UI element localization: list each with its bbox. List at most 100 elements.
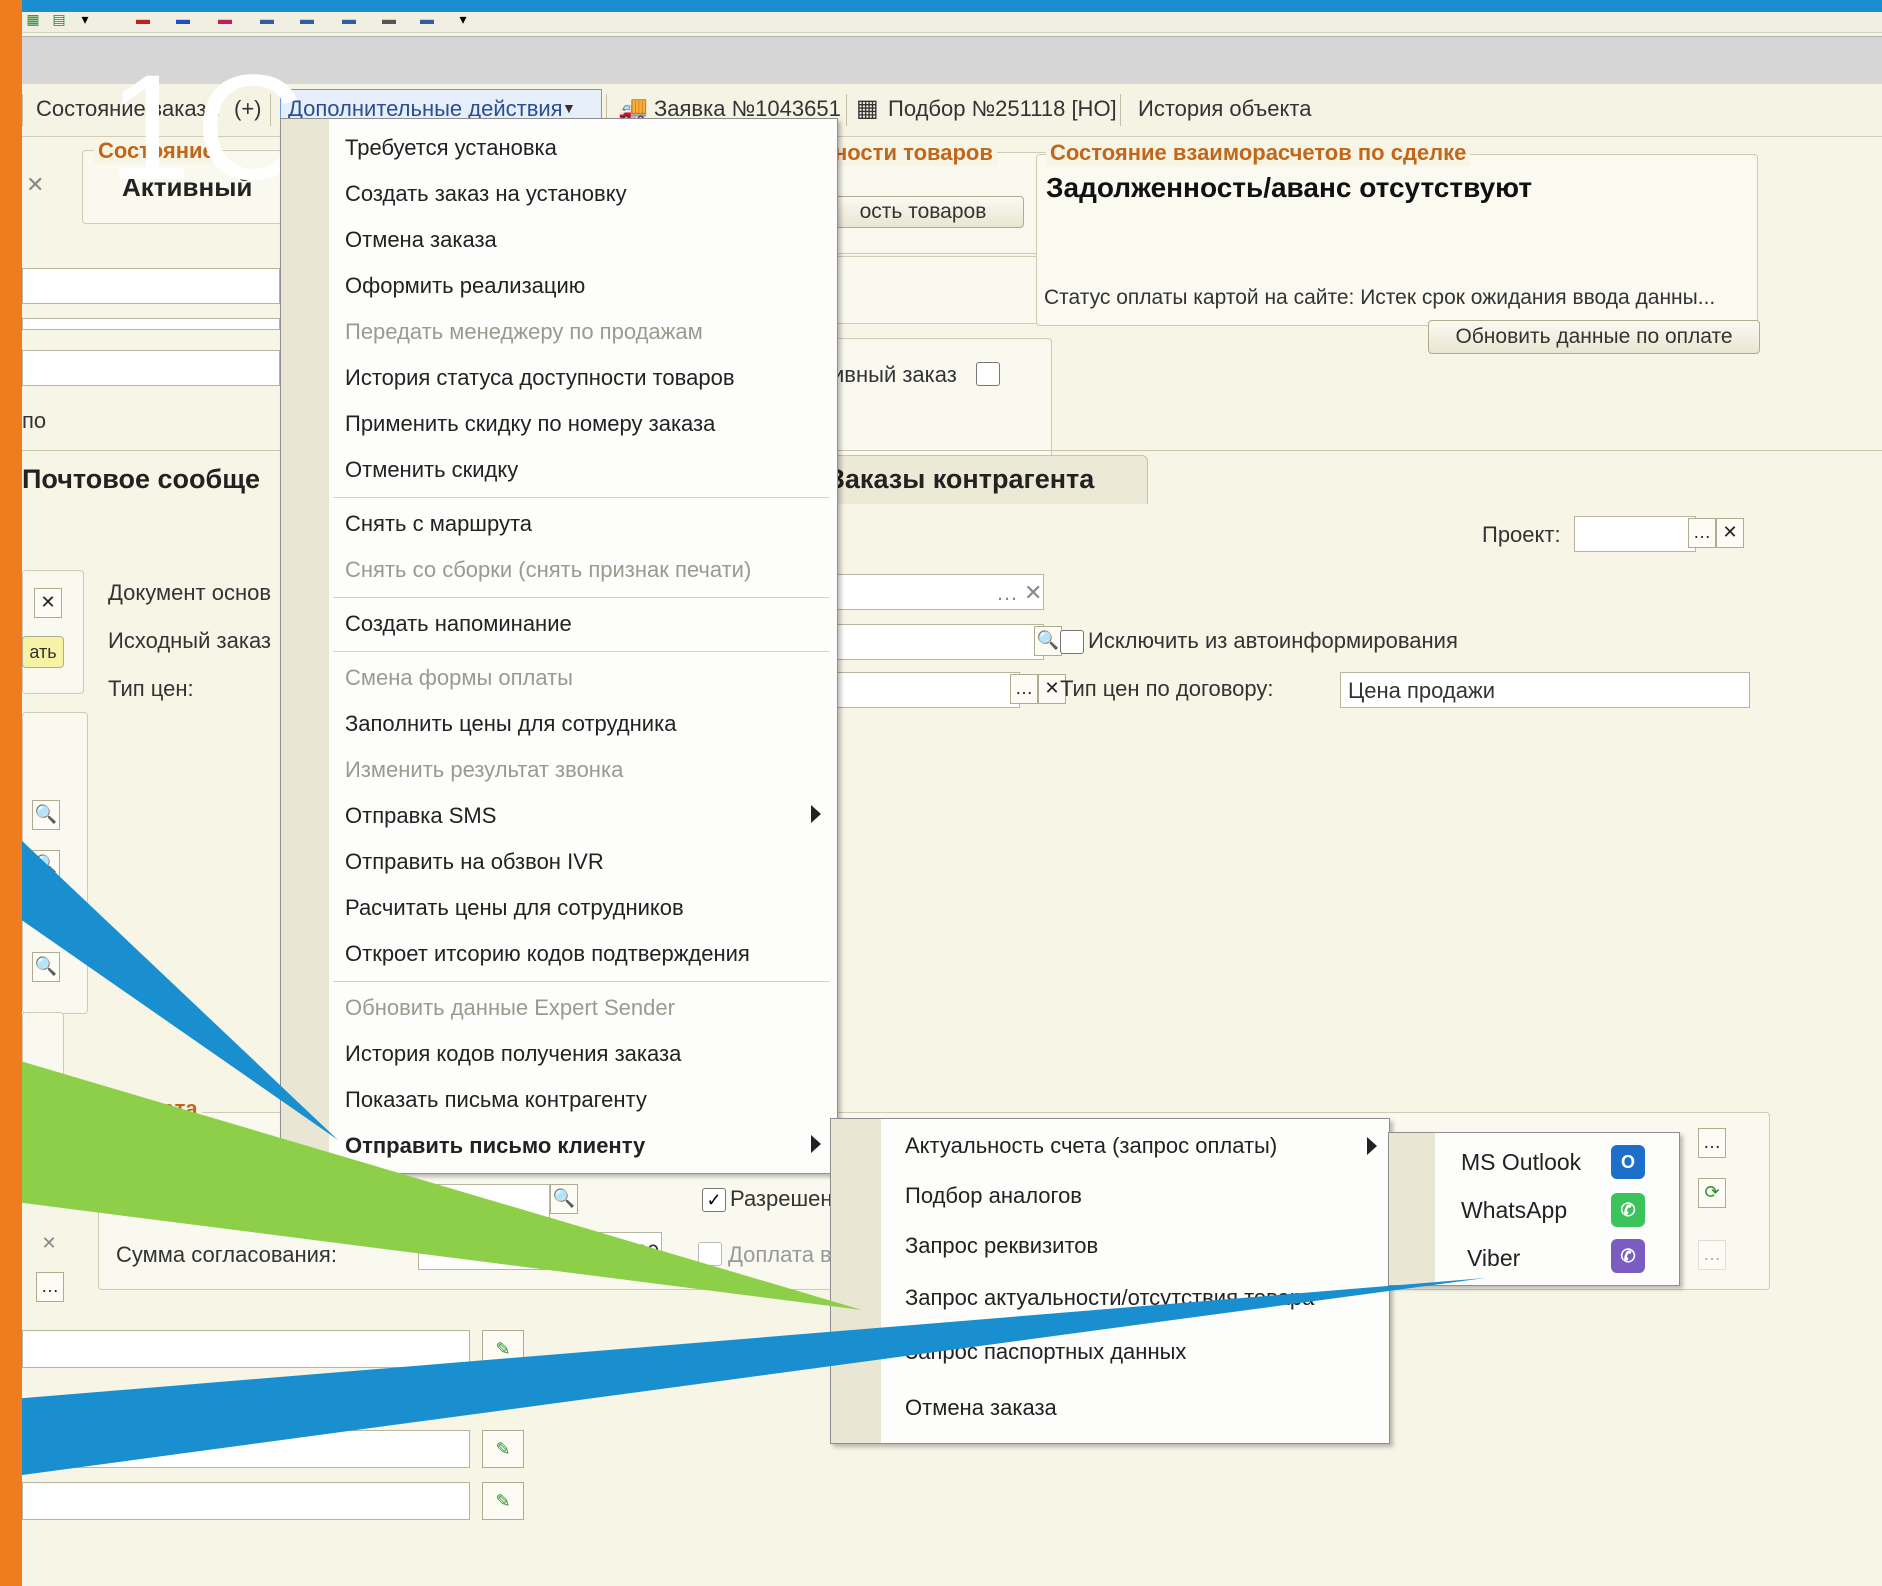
object-history-button[interactable]: История объекта (1138, 96, 1311, 122)
refresh-payment-button[interactable]: Обновить данные по оплате (1428, 320, 1760, 354)
menu-item-send-ivr[interactable]: Отправить на обзвон IVR (345, 849, 604, 875)
menu-item-code-history[interactable]: Откроет итсорию кодов подтверждения (345, 941, 750, 967)
menu-item-change-call-result[interactable]: Изменить результат звонка (345, 757, 623, 783)
doc-grid-icon[interactable]: ▬ (378, 12, 400, 26)
doc-move-icon[interactable]: ▬ (338, 12, 360, 26)
price-type-select-button[interactable]: … (1010, 674, 1038, 704)
left-field-2[interactable] (22, 318, 280, 330)
search-icon-left-3[interactable]: 🔍 (32, 952, 60, 982)
submenu-item-analogs[interactable]: Подбор аналогов (905, 1183, 1082, 1209)
whatsapp-option[interactable]: WhatsApp (1461, 1197, 1567, 1224)
menu-item-fill-employee-prices[interactable]: Заполнить цены для сотрудника (345, 711, 676, 737)
picking-button[interactable]: Подбор №251118 [НО] (888, 96, 1117, 122)
menu-item-pass-to-manager[interactable]: Передать менеджеру по продажам (345, 319, 703, 345)
viber-option[interactable]: Viber (1467, 1245, 1520, 1272)
separator (846, 94, 847, 126)
left-yellow-button[interactable]: ать (22, 636, 64, 668)
address-icon-2[interactable]: ✎ (482, 1430, 524, 1468)
menu-item-cancel-discount[interactable]: Отменить скидку (345, 457, 518, 483)
left-field-3[interactable] (22, 350, 280, 386)
tab-mail-message[interactable]: Почтовое сообще (22, 464, 260, 495)
bottom-field-3[interactable] (22, 1482, 470, 1520)
surcharge-label: Доплата в (728, 1242, 832, 1267)
menu-item-send-sms[interactable]: Отправка SMS (345, 803, 496, 829)
menu-item-create-reminder[interactable]: Создать напоминание (345, 611, 572, 637)
dropdown-icon-2[interactable]: ▾ (452, 12, 474, 26)
left-group-3 (22, 1012, 64, 1174)
settlement-value: Задолженность/аванс отсутствуют (1046, 172, 1533, 203)
bottom-field-2[interactable] (22, 1430, 470, 1468)
doc-blue-icon[interactable]: ▬ (172, 12, 194, 26)
project-select-button[interactable]: … (1688, 518, 1716, 548)
address-icon-1[interactable]: ✎ (482, 1330, 524, 1368)
menu-item-remove-route[interactable]: Снять с маршрута (345, 511, 532, 537)
doc-list-icon[interactable]: ▬ (256, 12, 278, 26)
submenu-item-cancel[interactable]: Отмена заказа (905, 1395, 1057, 1421)
table-icon[interactable]: ▦ (22, 12, 44, 26)
menu-item-change-payment[interactable]: Смена формы оплаты (345, 665, 573, 691)
menu-separator (333, 497, 829, 498)
payment-select-button[interactable]: … (1698, 1128, 1726, 1158)
base-doc-clear-icon[interactable]: ✕ (1024, 580, 1042, 606)
menu-item-update-expert-sender[interactable]: Обновить данные Expert Sender (345, 995, 675, 1021)
search-icon[interactable]: 🔍 (1034, 626, 1062, 656)
percent-search-icon[interactable]: 🔍 (550, 1184, 578, 1214)
exclude-autoinform-label: Исключить из автоинформирования (1088, 628, 1458, 653)
menu-item-make-sale[interactable]: Оформить реализацию (345, 273, 585, 299)
exclude-autoinform-checkbox[interactable] (1060, 630, 1084, 654)
menu-item-receive-code-history[interactable]: История кодов получения заказа (345, 1041, 681, 1067)
menu-item-remove-assembly[interactable]: Снять со сборки (снять признак печати) (345, 557, 751, 583)
left-more-button[interactable]: … (36, 1272, 64, 1302)
additional-actions-menu: Требуется установка Создать заказ на уст… (280, 118, 838, 1174)
menu-item-cancel-order[interactable]: Отмена заказа (345, 227, 497, 253)
allowed-label: Разрешен (730, 1186, 833, 1211)
active-order-checkbox[interactable] (976, 362, 1000, 386)
separator (1120, 94, 1121, 126)
submenu-item-invoice[interactable]: Актуальность счета (запрос оплаты) (905, 1133, 1277, 1159)
address-icon-3[interactable]: ✎ (482, 1482, 524, 1520)
surcharge-checkbox[interactable] (698, 1242, 722, 1266)
price-type-field[interactable] (822, 672, 1020, 708)
project-clear-icon[interactable]: ✕ (1716, 518, 1744, 548)
payment-more-button[interactable]: … (1698, 1240, 1726, 1270)
left-field-1[interactable] (22, 268, 280, 304)
submenu-item-passport[interactable]: Запрос паспортных данных (905, 1339, 1186, 1365)
project-field[interactable] (1574, 516, 1696, 552)
left-clear-icon[interactable]: ✕ (34, 588, 62, 618)
doc-red-icon[interactable]: ▬ (132, 12, 154, 26)
doc-print-icon[interactable]: ▬ (416, 12, 438, 26)
outlook-option[interactable]: MS Outlook (1461, 1149, 1581, 1176)
menu-item-availability-history[interactable]: История статуса доступности товаров (345, 365, 735, 391)
menu-gutter (281, 119, 329, 1173)
allowed-checkbox[interactable]: ✓ (702, 1188, 726, 1212)
close-icon[interactable]: ✕ (26, 172, 44, 198)
orange-side-strip (0, 0, 22, 1586)
goods-button[interactable]: ость товаров (822, 196, 1024, 228)
bottom-field-1[interactable] (22, 1330, 470, 1368)
menu-item-install-required[interactable]: Требуется установка (345, 135, 557, 161)
separator (22, 94, 23, 126)
1c-logo: 1C (108, 43, 308, 211)
menu-item-apply-discount[interactable]: Применить скидку по номеру заказа (345, 411, 715, 437)
search-icon-left-2[interactable]: 🔍 (32, 850, 60, 880)
left-close-icon[interactable]: ✕ (36, 1230, 62, 1258)
base-doc-select-icon[interactable]: … (996, 580, 1018, 606)
excel-icon[interactable]: ▤ (48, 12, 70, 26)
menu-item-show-letters[interactable]: Показать письма контрагенту (345, 1087, 647, 1113)
send-letter-submenu: Актуальность счета (запрос оплаты) Подбо… (830, 1118, 1390, 1444)
submenu-item-availability[interactable]: Запрос актуальности/отсутствия товара (905, 1285, 1314, 1311)
refresh-icon[interactable]: ⟳ (1698, 1178, 1726, 1208)
sum-value: 124.00 (592, 1240, 660, 1265)
doc-transfer-icon[interactable]: ▬ (296, 12, 318, 26)
contract-price-value: Цена продажи (1348, 678, 1495, 703)
source-order-field[interactable] (822, 624, 1044, 660)
doc-mail-icon[interactable]: ▬ (214, 12, 236, 26)
menu-item-calc-employee-prices[interactable]: Расчитать цены для сотрудников (345, 895, 684, 921)
menu-item-create-install-order[interactable]: Создать заказ на установку (345, 181, 627, 207)
dropdown-icon[interactable]: ▾ (74, 12, 96, 26)
search-icon-left-1[interactable]: 🔍 (32, 800, 60, 830)
top-accent-bar (0, 0, 1882, 12)
quick-toolbar: ▦ ▤ ▾ ▬ ▬ ▬ ▬ ▬ ▬ ▬ ▬ ▾ (22, 12, 1882, 33)
menu-item-send-letter[interactable]: Отправить письмо клиенту (345, 1133, 645, 1159)
submenu-item-requisites[interactable]: Запрос реквизитов (905, 1233, 1098, 1259)
